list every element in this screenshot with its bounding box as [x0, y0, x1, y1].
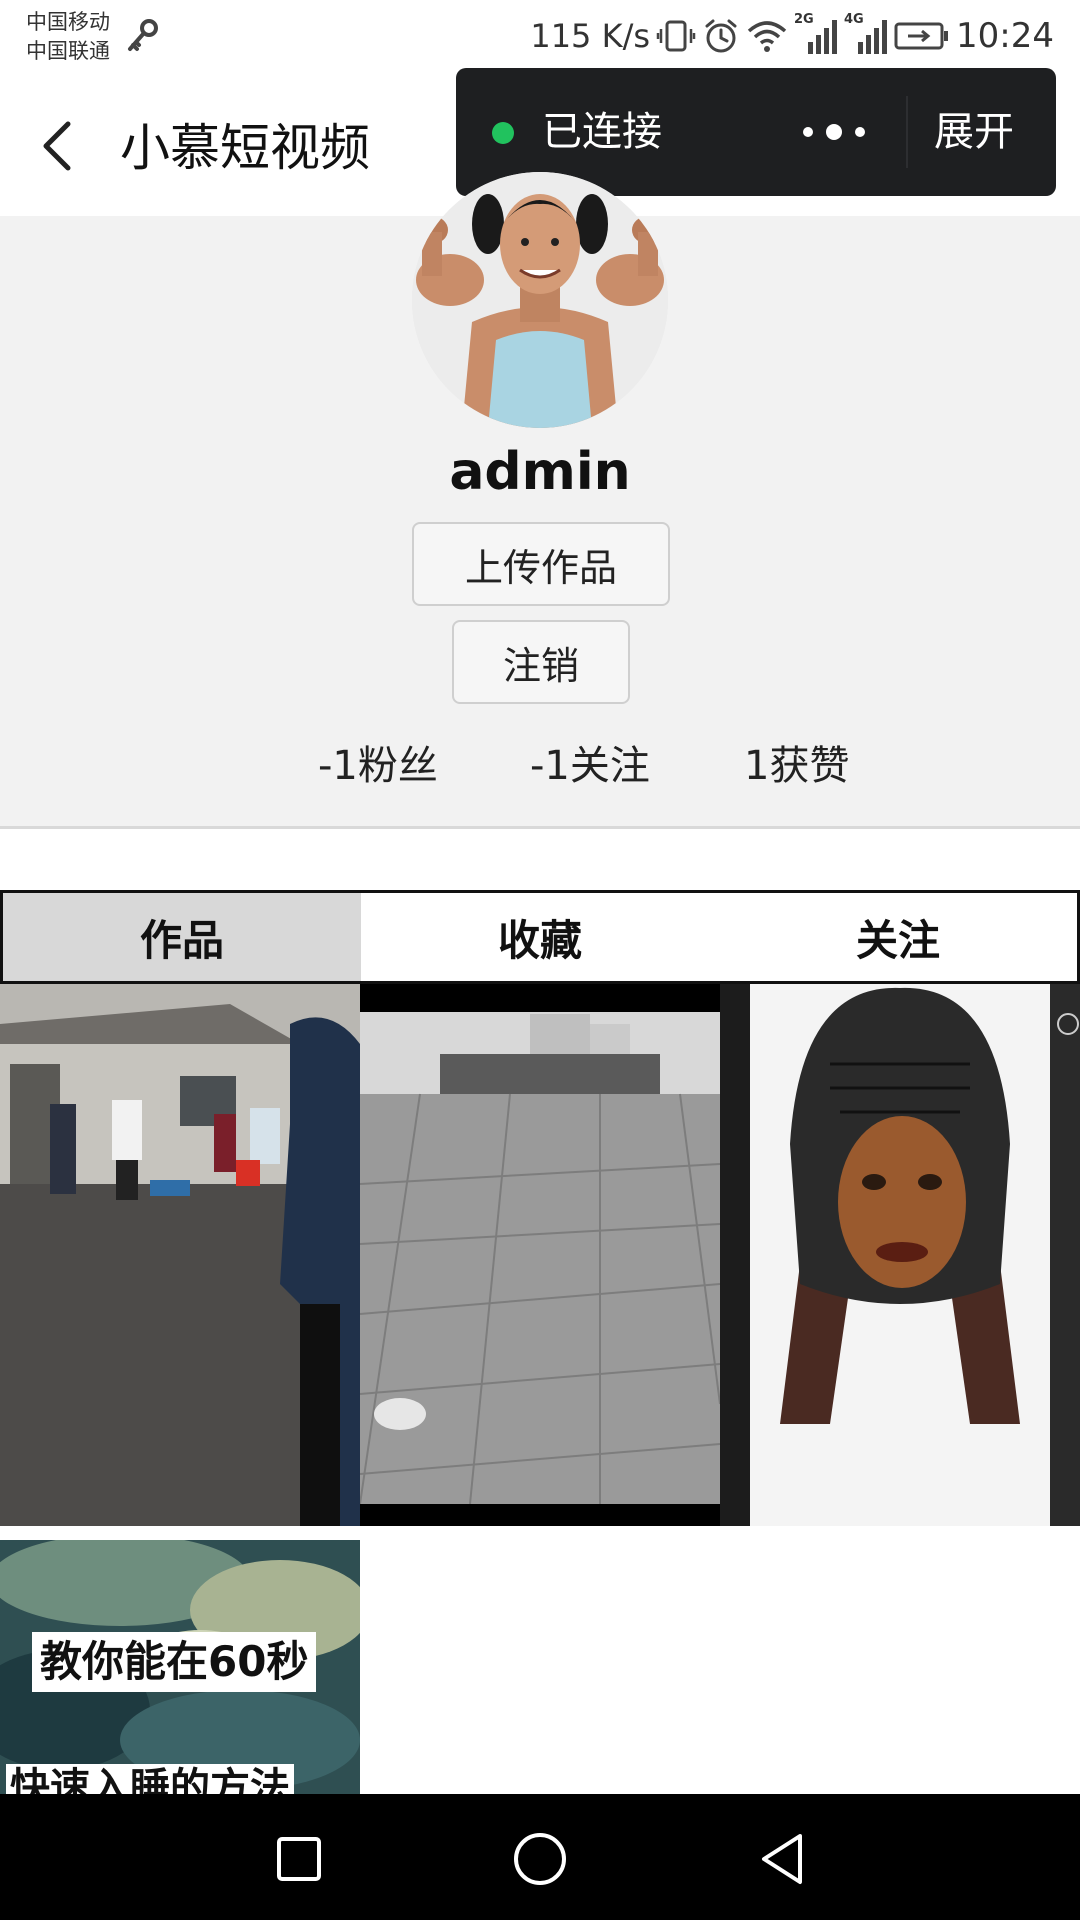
- carrier-info: 中国移动 中国联通: [26, 8, 110, 66]
- avatar-image: [412, 172, 668, 428]
- wifi-icon: [747, 21, 787, 52]
- carrier-secondary: 中国联通: [26, 39, 110, 63]
- tab-favorites[interactable]: 收藏: [361, 893, 719, 981]
- more-icon[interactable]: [786, 108, 882, 156]
- tab-following[interactable]: 关注: [719, 893, 1077, 981]
- upload-work-button[interactable]: 上传作品: [412, 522, 670, 606]
- recent-apps-icon[interactable]: [264, 1824, 334, 1894]
- likes-count: 1获赞: [744, 743, 850, 789]
- home-icon[interactable]: [505, 1824, 575, 1894]
- connection-indicator-dot: [492, 122, 514, 144]
- nav-back-icon[interactable]: [748, 1824, 818, 1894]
- video-thumbnail[interactable]: [360, 984, 720, 1526]
- video-caption: 教你能在60秒: [32, 1632, 317, 1692]
- following-count[interactable]: -1关注: [530, 736, 650, 796]
- profile-section: admin 上传作品 注销 -1粉丝 -1关注 1获赞: [0, 172, 1080, 828]
- status-indicators: 115 K/s 2G 4G 10:24: [530, 12, 1054, 58]
- back-arrow-icon[interactable]: [26, 112, 94, 180]
- system-nav-bar: [0, 1794, 1080, 1920]
- video-caption-line-2: 快速入睡的方法: [6, 1764, 294, 1794]
- divider: [906, 96, 908, 168]
- tab-works[interactable]: 作品: [3, 893, 361, 981]
- page-title: 小慕短视频: [120, 119, 370, 177]
- key-icon: [128, 19, 158, 51]
- profile-tabs: 作品 收藏 关注: [0, 890, 1080, 984]
- alarm-icon: [705, 19, 737, 53]
- logout-button[interactable]: 注销: [452, 620, 630, 704]
- vibrate-icon: [656, 20, 696, 52]
- signal-icon-4g: 4G: [844, 12, 888, 56]
- video-grid: 教你能在60秒 快速入睡的方法: [0, 984, 1080, 1794]
- video-thumbnail[interactable]: [720, 984, 1080, 1526]
- fans-count[interactable]: -1粉丝: [318, 736, 438, 796]
- profile-stats: -1粉丝 -1关注 1获赞: [0, 736, 1080, 796]
- app-screen: 中国移动 中国联通 115 K/s 2G 4G 10:24 小慕短视频 已连接 …: [0, 0, 1080, 1920]
- clock: 10:24: [956, 16, 1054, 56]
- video-thumbnail[interactable]: 教你能在60秒 快速入睡的方法: [0, 1540, 360, 1794]
- username: admin: [449, 442, 631, 502]
- carrier-primary: 中国移动: [26, 10, 110, 34]
- signal-icon: 2G: [794, 12, 838, 56]
- video-thumbnail-image: [0, 984, 360, 1526]
- status-bar: 中国移动 中国联通 115 K/s 2G 4G 10:24: [0, 0, 1080, 76]
- section-divider: [0, 826, 1080, 829]
- expand-button[interactable]: 展开: [934, 106, 1014, 158]
- battery-icon: [894, 22, 949, 50]
- video-thumbnail-image: [720, 984, 1080, 1526]
- video-thumbnail-image: [360, 984, 720, 1526]
- avatar[interactable]: [412, 172, 668, 428]
- network-speed: 115 K/s: [530, 17, 651, 55]
- video-thumbnail[interactable]: [0, 984, 360, 1526]
- connection-status-text: 已连接: [542, 109, 662, 155]
